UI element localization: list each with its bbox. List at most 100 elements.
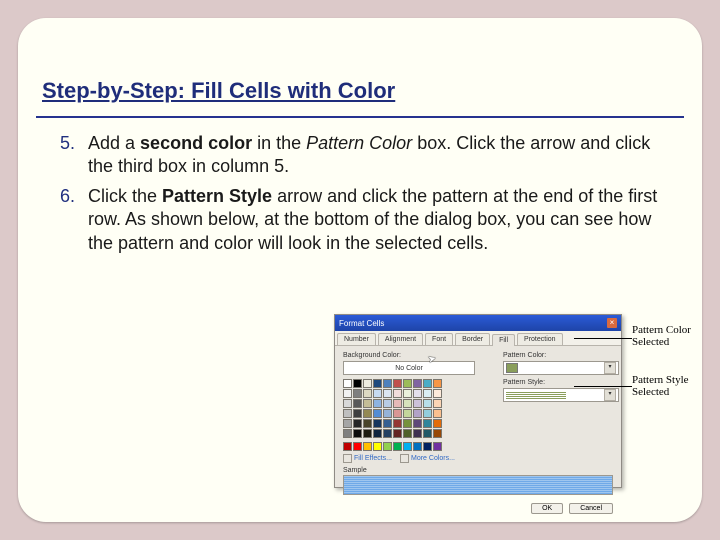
tab-number[interactable]: Number: [337, 333, 376, 345]
color-swatch[interactable]: [413, 419, 422, 428]
color-swatch[interactable]: [353, 442, 362, 451]
dialog-body: Background Color: No Color Fill Effects.…: [335, 346, 621, 499]
color-swatch[interactable]: [343, 379, 352, 388]
tab-font[interactable]: Font: [425, 333, 453, 345]
tab-protection[interactable]: Protection: [517, 333, 563, 345]
color-swatch[interactable]: [373, 409, 382, 418]
list-item: 6. Click the Pattern Style arrow and cli…: [60, 185, 670, 255]
color-swatch[interactable]: [433, 379, 442, 388]
square-icon: [400, 454, 409, 463]
callout-line: [574, 386, 632, 387]
color-swatch[interactable]: [403, 429, 412, 438]
color-swatch[interactable]: [373, 419, 382, 428]
sample-label: Sample: [343, 467, 613, 474]
color-swatch[interactable]: [383, 389, 392, 398]
close-icon[interactable]: ×: [607, 318, 617, 328]
color-swatch[interactable]: [393, 442, 402, 451]
tab-border[interactable]: Border: [455, 333, 490, 345]
tab-alignment[interactable]: Alignment: [378, 333, 423, 345]
color-swatch[interactable]: [393, 399, 402, 408]
color-swatch[interactable]: [353, 399, 362, 408]
color-swatch[interactable]: [423, 399, 432, 408]
color-swatch[interactable]: [383, 429, 392, 438]
color-swatch[interactable]: [383, 379, 392, 388]
color-swatch[interactable]: [343, 409, 352, 418]
more-colors-link[interactable]: More Colors...: [400, 454, 455, 463]
color-swatch[interactable]: [383, 409, 392, 418]
color-swatch[interactable]: [433, 429, 442, 438]
color-swatch[interactable]: [413, 442, 422, 451]
color-palette: [343, 379, 469, 452]
step-text: Click the Pattern Style arrow and click …: [88, 185, 670, 255]
color-swatch[interactable]: [353, 419, 362, 428]
color-swatch[interactable]: [373, 442, 382, 451]
color-swatch[interactable]: [373, 379, 382, 388]
color-swatch[interactable]: [353, 389, 362, 398]
color-swatch[interactable]: [423, 409, 432, 418]
color-swatch[interactable]: [353, 429, 362, 438]
color-swatch[interactable]: [423, 442, 432, 451]
color-swatch[interactable]: [393, 429, 402, 438]
color-swatch[interactable]: [403, 409, 412, 418]
step-list: 5. Add a second color in the Pattern Col…: [60, 132, 670, 261]
color-swatch[interactable]: [393, 419, 402, 428]
color-swatch[interactable]: [373, 429, 382, 438]
color-swatch[interactable]: [343, 442, 352, 451]
color-swatch[interactable]: [423, 419, 432, 428]
color-swatch[interactable]: [423, 429, 432, 438]
color-swatch[interactable]: [363, 409, 372, 418]
callout-pattern-style: Pattern Style Selected: [632, 374, 702, 398]
color-swatch[interactable]: [383, 442, 392, 451]
color-swatch[interactable]: [363, 399, 372, 408]
color-swatch[interactable]: [413, 409, 422, 418]
color-swatch[interactable]: [423, 379, 432, 388]
pattern-style-dropdown[interactable]: ▾: [503, 388, 619, 402]
color-swatch[interactable]: [383, 419, 392, 428]
color-swatch[interactable]: [393, 409, 402, 418]
title-rule: [36, 116, 684, 118]
color-swatch[interactable]: [383, 399, 392, 408]
no-color-button[interactable]: No Color: [343, 361, 475, 375]
color-swatch[interactable]: [353, 409, 362, 418]
pattern-color-dropdown[interactable]: ▾: [503, 361, 619, 375]
cancel-button[interactable]: Cancel: [569, 503, 613, 514]
tab-fill[interactable]: Fill: [492, 334, 515, 346]
color-swatch[interactable]: [403, 389, 412, 398]
color-swatch[interactable]: [413, 429, 422, 438]
callout-line: [574, 338, 632, 339]
color-swatch[interactable]: [413, 399, 422, 408]
color-swatch[interactable]: [373, 399, 382, 408]
fill-effects-link[interactable]: Fill Effects...: [343, 454, 392, 463]
color-swatch[interactable]: [433, 442, 442, 451]
color-swatch[interactable]: [403, 419, 412, 428]
sample-preview: [343, 475, 613, 495]
color-swatch[interactable]: [423, 389, 432, 398]
color-swatch[interactable]: [363, 442, 372, 451]
pattern-controls: Pattern Color: ▾ Pattern Style: ▾: [503, 352, 613, 406]
color-swatch[interactable]: [433, 419, 442, 428]
ok-button[interactable]: OK: [531, 503, 563, 514]
palette-links: Fill Effects... More Colors...: [343, 454, 613, 463]
color-swatch[interactable]: [413, 379, 422, 388]
color-swatch[interactable]: [363, 429, 372, 438]
color-swatch[interactable]: [433, 399, 442, 408]
square-icon: [343, 454, 352, 463]
pattern-style-label: Pattern Style:: [503, 379, 613, 386]
color-swatch[interactable]: [433, 389, 442, 398]
color-swatch[interactable]: [403, 442, 412, 451]
color-swatch[interactable]: [343, 419, 352, 428]
color-swatch[interactable]: [363, 389, 372, 398]
color-swatch[interactable]: [393, 379, 402, 388]
color-swatch[interactable]: [343, 399, 352, 408]
color-swatch[interactable]: [343, 429, 352, 438]
color-swatch[interactable]: [363, 419, 372, 428]
color-swatch[interactable]: [373, 389, 382, 398]
color-swatch[interactable]: [433, 409, 442, 418]
color-swatch[interactable]: [413, 389, 422, 398]
color-swatch[interactable]: [363, 379, 372, 388]
color-swatch[interactable]: [403, 379, 412, 388]
color-swatch[interactable]: [353, 379, 362, 388]
color-swatch[interactable]: [343, 389, 352, 398]
color-swatch[interactable]: [403, 399, 412, 408]
color-swatch[interactable]: [393, 389, 402, 398]
